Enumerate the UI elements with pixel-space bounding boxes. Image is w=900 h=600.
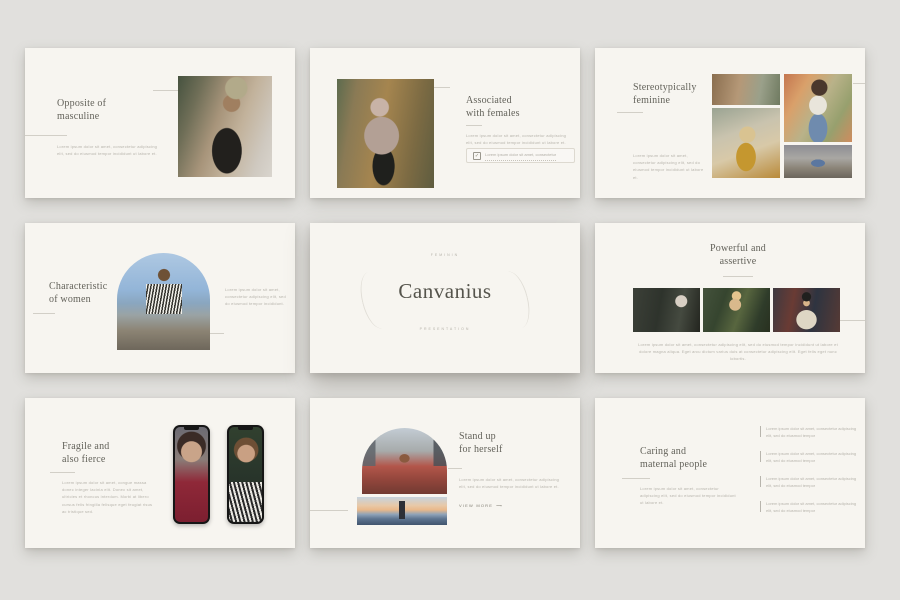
slide-body-text: Lorem ipsum dolor sit amet, consectetur … [57,143,162,157]
slide-title: Stereotypically feminine [633,82,697,107]
slide-title-line2: maternal people [640,459,707,472]
list-item-text: Lorem ipsum dolor sit amet, consectetur … [766,500,861,514]
list-divider-bar [760,451,761,462]
slide-body-text: Lorem ipsum dolor sit amet, consectetur … [640,485,740,507]
slide-title-line2: also fierce [62,454,109,467]
slide-title: Caring and maternal people [640,446,707,471]
slide-body-text: Lorem ipsum dolor sit amet, consectetur … [225,286,287,308]
template-preview-canvas: Opposite of masculine Lorem ipsum dolor … [0,0,900,600]
slide-title-line1: Powerful and [595,243,881,256]
phone-notch [238,427,253,430]
slide-title-line1: Characteristic [49,281,107,294]
cover-brand-title: Canvanius [310,279,580,304]
list-item-text: Lorem ipsum dolor sit amet, consectetur … [766,425,861,439]
phone-notch [184,427,199,430]
list-divider-bar [760,476,761,487]
slide-title: Characteristic of women [49,281,107,306]
slide-title-line1: Stereotypically [633,82,697,95]
slide-associated-with-females[interactable]: Associated with females Lorem ipsum dolo… [310,48,580,198]
decorative-line [434,87,450,88]
list-item: Lorem ipsum dolor sit amet, consectetur … [760,450,861,464]
decorative-line [853,83,865,84]
slide-caring-and-maternal-people[interactable]: Caring and maternal people Lorem ipsum d… [595,398,865,548]
slide-title: Opposite of masculine [57,98,106,123]
slide-body-text: Lorem ipsum dolor sit amet, consectetur … [466,132,571,146]
slide-powerful-and-assertive[interactable]: Powerful and assertive Lorem ipsum dolor… [595,223,865,373]
photo-blonde-yellow-top [712,108,780,178]
slide-body-text: Lorem ipsum dolor sit amet, congue massa… [62,479,157,515]
slide-title-line1: Opposite of [57,98,106,111]
cover-kicker: FEMININ [310,253,580,257]
slide-title-line2: for herself [459,444,503,457]
slide-stereotypically-feminine[interactable]: Stereotypically feminine Lorem ipsum dol… [595,48,865,198]
decorative-line [617,112,643,113]
checkbox-label: Lorem ipsum dolor sit amet, consectetur [485,150,556,161]
slide-characteristic-of-women[interactable]: Characteristic of women Lorem ipsum dolo… [25,223,295,373]
slide-body-text: Lorem ipsum dolor sit amet, consectetur … [633,152,705,181]
slide-fragile-and-also-fierce[interactable]: Fragile and also fierce Lorem ipsum dolo… [25,398,295,548]
decorative-line [840,320,865,321]
photo-woman-hijab-laptop [337,79,434,188]
list-item-text: Lorem ipsum dolor sit amet, consectetur … [766,450,861,464]
slide-cover-canvanius[interactable]: FEMININ Canvanius PRESENTATION [310,223,580,373]
slide-title-line2: masculine [57,111,106,124]
decorative-line [310,510,348,511]
list-divider-bar [760,501,761,512]
list-item: Lorem ipsum dolor sit amet, consectetur … [760,500,861,514]
slide-body-text: Lorem ipsum dolor sit amet, consectetur … [638,341,838,363]
slide-title: Powerful and assertive [595,243,881,268]
photo-woman-red-top [175,427,208,522]
decorative-line [448,468,462,469]
list-item: Lorem ipsum dolor sit amet, consectetur … [760,425,861,439]
decorative-line [50,472,75,473]
view-more-label: VIEW MORE [459,503,493,508]
arrow-right-icon: ⟶ [496,503,502,508]
phone-mockup-right [227,425,264,524]
slide-title: Fragile and also fierce [62,441,109,466]
slide-title-line2: of women [49,294,107,307]
slide-title-line1: Associated [466,95,520,108]
slide-stand-up-for-herself[interactable]: Stand up for herself Lorem ipsum dolor s… [310,398,580,548]
photo-arch-woman-sea [117,253,210,350]
cover-subtitle: PRESENTATION [310,327,580,331]
photo-sunset-beach-figure [357,497,447,525]
photo-woman-platinum-hair [633,288,700,332]
decorative-line [622,478,650,479]
photo-woman-striped-shirt [229,427,262,522]
decorative-line [33,313,55,314]
phone-screen [229,427,262,522]
slide-title-line1: Fragile and [62,441,109,454]
photo-woman-beanie-bag [178,76,272,177]
list-divider-bar [760,426,761,437]
checkbox-row[interactable]: ✓ Lorem ipsum dolor sit amet, consectetu… [466,148,575,163]
list-item-text: Lorem ipsum dolor sit amet, consectetur … [766,475,861,489]
decorative-line [153,90,178,91]
decorative-line [210,333,224,334]
checkbox-icon[interactable]: ✓ [473,152,481,160]
slide-title-line1: Stand up [459,431,503,444]
slide-title: Associated with females [466,95,520,120]
slide-title-line1: Caring and [640,446,707,459]
phone-screen [175,427,208,522]
decorative-line [25,135,67,136]
slide-body-text: Lorem ipsum dolor sit amet, consectetur … [459,476,564,490]
photo-woman-cathedral [784,145,852,178]
list-item: Lorem ipsum dolor sit amet, consectetur … [760,475,861,489]
photo-woman-beanie-scarf [773,288,840,332]
phone-mockup-left [173,425,210,524]
decorative-line [466,125,482,126]
photo-woman-smiling-trees [703,288,770,332]
slide-title-line2: feminine [633,95,697,108]
slide-title-line2: with females [466,108,520,121]
photo-woman-white-tee [784,74,852,142]
slide-title-line2: assertive [595,256,881,269]
slide-title: Stand up for herself [459,431,503,456]
decorative-line [723,276,753,277]
photo-arch-woman-city [362,428,447,494]
slide-opposite-of-masculine[interactable]: Opposite of masculine Lorem ipsum dolor … [25,48,295,198]
photo-two-women [712,74,780,105]
view-more-link[interactable]: VIEW MORE⟶ [459,503,502,508]
